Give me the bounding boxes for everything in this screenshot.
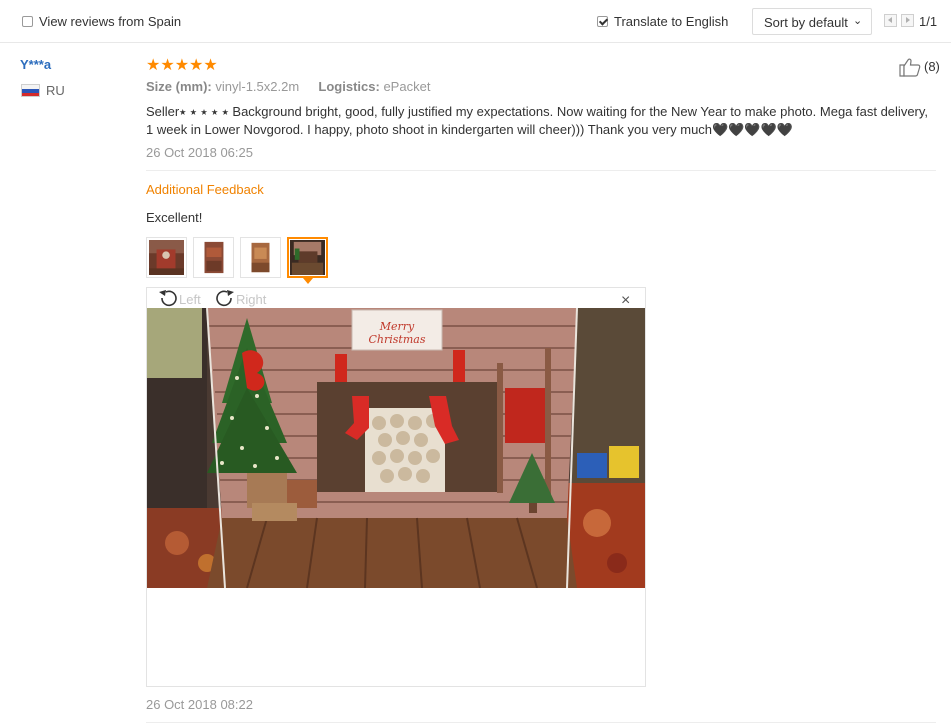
additional-feedback-title: Additional Feedback: [146, 182, 264, 197]
like-count: (8): [924, 59, 940, 74]
sort-dropdown[interactable]: Sort by default ⌄: [752, 8, 872, 35]
photo-thumbnail-active[interactable]: [287, 237, 328, 284]
rotate-right-label: Right: [236, 292, 267, 307]
size-label: Size (mm):: [146, 79, 212, 94]
star-rating: ★★★★★: [146, 57, 218, 74]
country-filter-checkbox[interactable]: [22, 16, 33, 27]
logistics-value: ePacket: [383, 79, 431, 94]
thumbs-up-icon[interactable]: [898, 57, 922, 80]
next-page-icon[interactable]: [901, 14, 914, 27]
prev-page-icon[interactable]: [884, 14, 897, 27]
review-text: Seller⭑ ⭑ ⭑ ⭑ ⭑ Background bright, good,…: [146, 104, 929, 137]
translate-checkbox[interactable]: [597, 16, 608, 27]
sort-selected-value: Sort by default: [764, 15, 848, 30]
flag-ru-icon: [21, 84, 40, 97]
reviewer-name: Y***a: [20, 57, 52, 72]
page-indicator: 1/1: [919, 14, 938, 29]
rotate-left-button[interactable]: Left: [157, 289, 201, 307]
rotate-right-button[interactable]: Right: [214, 289, 266, 307]
translate-label[interactable]: Translate to English: [614, 14, 728, 29]
review-photo-large: Merry Christmas: [147, 308, 645, 588]
rotate-left-label: Left: [179, 292, 201, 307]
photo-thumbnail[interactable]: [193, 237, 234, 278]
additional-feedback-text: Excellent!: [146, 210, 203, 225]
divider: [146, 722, 936, 723]
review-meta: Size (mm): vinyl-1.5x2.2m Logistics: ePa…: [146, 79, 430, 94]
photo-thumbnail[interactable]: [240, 237, 281, 278]
size-value: vinyl-1.5x2.2m: [215, 79, 300, 94]
photo-thumbnail[interactable]: [146, 237, 187, 278]
country-filter-label[interactable]: View reviews from Spain: [39, 14, 181, 29]
rotate-right-icon: [216, 290, 234, 307]
photo-viewer: Left Right × Merry Christmas: [146, 287, 646, 687]
reviewer-country: RU: [46, 83, 65, 98]
rotate-left-icon: [159, 290, 177, 307]
additional-feedback-date: 26 Oct 2018 08:22: [146, 697, 253, 712]
review-filter-bar: View reviews from Spain Translate to Eng…: [0, 0, 951, 43]
logistics-label: Logistics:: [318, 79, 380, 94]
review-date: 26 Oct 2018 06:25: [146, 145, 253, 160]
divider: [146, 170, 936, 171]
chevron-down-icon: ⌄: [853, 15, 863, 27]
